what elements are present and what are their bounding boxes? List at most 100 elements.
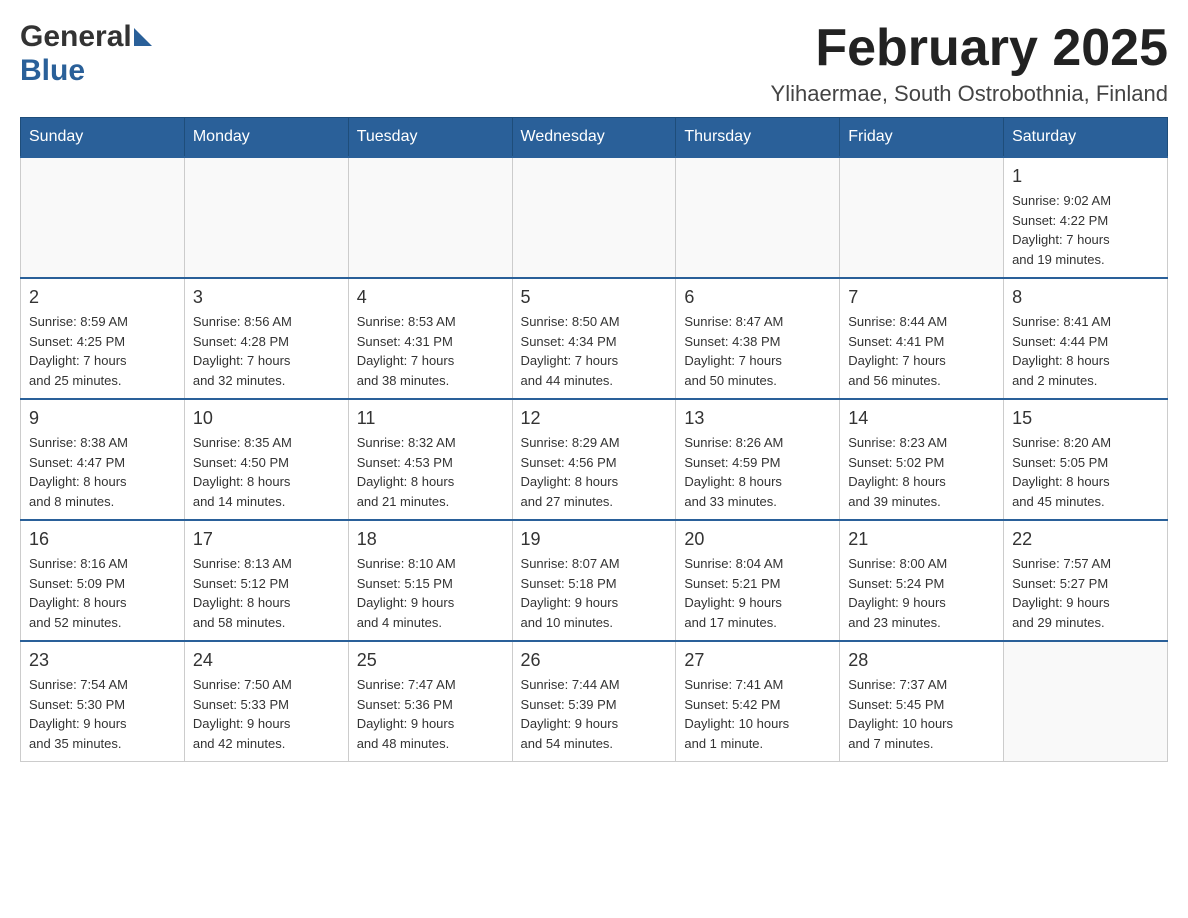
calendar-cell-week1-day3: 5Sunrise: 8:50 AM Sunset: 4:34 PM Daylig… [512,278,676,399]
calendar-table: SundayMondayTuesdayWednesdayThursdayFrid… [20,117,1168,762]
day-number: 24 [193,650,340,671]
day-info: Sunrise: 8:44 AM Sunset: 4:41 PM Dayligh… [848,312,995,390]
day-number: 12 [521,408,668,429]
day-info: Sunrise: 8:53 AM Sunset: 4:31 PM Dayligh… [357,312,504,390]
day-info: Sunrise: 7:41 AM Sunset: 5:42 PM Dayligh… [684,675,831,753]
day-info: Sunrise: 8:10 AM Sunset: 5:15 PM Dayligh… [357,554,504,632]
weekday-header-thursday: Thursday [676,118,840,158]
weekday-header-tuesday: Tuesday [348,118,512,158]
calendar-cell-week2-day6: 15 Sunrise: 8:20 AM Sunset: 5:05 PM Dayli… [1004,399,1168,520]
day-info: Sunrise: 8:47 AM Sunset: 4:38 PM Dayligh… [684,312,831,390]
day-number: 20 [684,529,831,550]
calendar-cell-week0-day3 [512,157,676,278]
calendar-week-row-2: 9 Sunrise: 8:38 AM Sunset: 4:47 PM Daylig… [21,399,1168,520]
calendar-cell-week1-day4: 6Sunrise: 8:47 AM Sunset: 4:38 PM Daylig… [676,278,840,399]
day-number: 3 [193,287,340,308]
day-info: Sunrise: 8:26 AM Sunset: 4:59 PM Dayligh… [684,433,831,511]
day-number: 22 [1012,529,1159,550]
calendar-cell-week2-day1: 10 Sunrise: 8:35 AM Sunset: 4:50 PM Dayli… [184,399,348,520]
day-number: 25 [357,650,504,671]
calendar-cell-week3-day1: 17 Sunrise: 8:13 AM Sunset: 5:12 PM Dayli… [184,520,348,641]
calendar-cell-week0-day1 [184,157,348,278]
day-info: Sunrise: 8:00 AM Sunset: 5:24 PM Dayligh… [848,554,995,632]
day-info: Sunrise: 8:29 AM Sunset: 4:56 PM Dayligh… [521,433,668,511]
calendar-cell-week1-day0: 2 Sunrise: 8:59 AM Sunset: 4:25 PM Daylig… [21,278,185,399]
day-number: 7 [848,287,995,308]
logo-arrow-icon [134,28,152,46]
calendar-cell-week4-day2: 25 Sunrise: 7:47 AM Sunset: 5:36 PM Dayli… [348,641,512,762]
page-header: General Blue February 2025 Ylihaermae, S… [20,20,1168,107]
day-info: Sunrise: 7:37 AM Sunset: 5:45 PM Dayligh… [848,675,995,753]
day-info: Sunrise: 7:50 AM Sunset: 5:33 PM Dayligh… [193,675,340,753]
day-info: Sunrise: 8:41 AM Sunset: 4:44 PM Dayligh… [1012,312,1159,390]
calendar-cell-week3-day3: 19Sunrise: 8:07 AM Sunset: 5:18 PM Dayli… [512,520,676,641]
calendar-cell-week1-day2: 4 Sunrise: 8:53 AM Sunset: 4:31 PM Daylig… [348,278,512,399]
day-number: 28 [848,650,995,671]
day-number: 1 [1012,166,1159,187]
weekday-header-sunday: Sunday [21,118,185,158]
calendar-cell-week3-day2: 18 Sunrise: 8:10 AM Sunset: 5:15 PM Dayli… [348,520,512,641]
day-number: 11 [357,408,504,429]
calendar-cell-week3-day5: 21 Sunrise: 8:00 AM Sunset: 5:24 PM Dayli… [840,520,1004,641]
day-number: 21 [848,529,995,550]
month-title: February 2025 [771,20,1168,77]
calendar-cell-week4-day3: 26 Sunrise: 7:44 AM Sunset: 5:39 PM Dayli… [512,641,676,762]
day-info: Sunrise: 8:13 AM Sunset: 5:12 PM Dayligh… [193,554,340,632]
calendar-cell-week0-day4 [676,157,840,278]
day-info: Sunrise: 8:35 AM Sunset: 4:50 PM Dayligh… [193,433,340,511]
day-number: 16 [29,529,176,550]
calendar-cell-week0-day0 [21,157,185,278]
day-info: Sunrise: 8:16 AM Sunset: 5:09 PM Dayligh… [29,554,176,632]
weekday-header-row: SundayMondayTuesdayWednesdayThursdayFrid… [21,118,1168,158]
logo: General Blue [20,20,152,88]
calendar-cell-week2-day0: 9 Sunrise: 8:38 AM Sunset: 4:47 PM Daylig… [21,399,185,520]
calendar-cell-week4-day0: 23 Sunrise: 7:54 AM Sunset: 5:30 PM Dayli… [21,641,185,762]
day-number: 23 [29,650,176,671]
day-info: Sunrise: 8:04 AM Sunset: 5:21 PM Dayligh… [684,554,831,632]
logo-blue-text: Blue [20,54,85,88]
day-info: Sunrise: 8:07 AM Sunset: 5:18 PM Dayligh… [521,554,668,632]
weekday-header-monday: Monday [184,118,348,158]
calendar-cell-week3-day6: 22 Sunrise: 7:57 AM Sunset: 5:27 PM Dayli… [1004,520,1168,641]
calendar-cell-week0-day6: 1 Sunrise: 9:02 AM Sunset: 4:22 PM Daylig… [1004,157,1168,278]
location-title: Ylihaermae, South Ostrobothnia, Finland [771,81,1168,107]
title-section: February 2025 Ylihaermae, South Ostrobot… [771,20,1168,107]
day-number: 4 [357,287,504,308]
weekday-header-saturday: Saturday [1004,118,1168,158]
day-number: 27 [684,650,831,671]
calendar-week-row-1: 2 Sunrise: 8:59 AM Sunset: 4:25 PM Daylig… [21,278,1168,399]
calendar-cell-week2-day2: 11Sunrise: 8:32 AM Sunset: 4:53 PM Dayli… [348,399,512,520]
logo-general-text: General [20,20,132,54]
day-info: Sunrise: 7:44 AM Sunset: 5:39 PM Dayligh… [521,675,668,753]
day-number: 9 [29,408,176,429]
day-info: Sunrise: 8:59 AM Sunset: 4:25 PM Dayligh… [29,312,176,390]
day-info: Sunrise: 7:54 AM Sunset: 5:30 PM Dayligh… [29,675,176,753]
day-number: 17 [193,529,340,550]
calendar-cell-week1-day6: 8Sunrise: 8:41 AM Sunset: 4:44 PM Daylig… [1004,278,1168,399]
calendar-week-row-0: 1 Sunrise: 9:02 AM Sunset: 4:22 PM Daylig… [21,157,1168,278]
weekday-header-wednesday: Wednesday [512,118,676,158]
day-number: 15 [1012,408,1159,429]
day-info: Sunrise: 9:02 AM Sunset: 4:22 PM Dayligh… [1012,191,1159,269]
weekday-header-friday: Friday [840,118,1004,158]
calendar-week-row-3: 16 Sunrise: 8:16 AM Sunset: 5:09 PM Dayli… [21,520,1168,641]
calendar-cell-week2-day5: 14Sunrise: 8:23 AM Sunset: 5:02 PM Dayli… [840,399,1004,520]
calendar-cell-week0-day2 [348,157,512,278]
day-info: Sunrise: 8:20 AM Sunset: 5:05 PM Dayligh… [1012,433,1159,511]
calendar-cell-week4-day6 [1004,641,1168,762]
day-number: 5 [521,287,668,308]
calendar-cell-week1-day5: 7 Sunrise: 8:44 AM Sunset: 4:41 PM Daylig… [840,278,1004,399]
day-info: Sunrise: 7:57 AM Sunset: 5:27 PM Dayligh… [1012,554,1159,632]
calendar-cell-week3-day0: 16 Sunrise: 8:16 AM Sunset: 5:09 PM Dayli… [21,520,185,641]
day-number: 26 [521,650,668,671]
calendar-cell-week3-day4: 20 Sunrise: 8:04 AM Sunset: 5:21 PM Dayli… [676,520,840,641]
calendar-cell-week1-day1: 3 Sunrise: 8:56 AM Sunset: 4:28 PM Daylig… [184,278,348,399]
day-info: Sunrise: 8:56 AM Sunset: 4:28 PM Dayligh… [193,312,340,390]
calendar-cell-week4-day5: 28 Sunrise: 7:37 AM Sunset: 5:45 PM Dayli… [840,641,1004,762]
day-number: 10 [193,408,340,429]
day-info: Sunrise: 8:38 AM Sunset: 4:47 PM Dayligh… [29,433,176,511]
day-number: 2 [29,287,176,308]
day-info: Sunrise: 8:23 AM Sunset: 5:02 PM Dayligh… [848,433,995,511]
day-number: 18 [357,529,504,550]
day-info: Sunrise: 7:47 AM Sunset: 5:36 PM Dayligh… [357,675,504,753]
